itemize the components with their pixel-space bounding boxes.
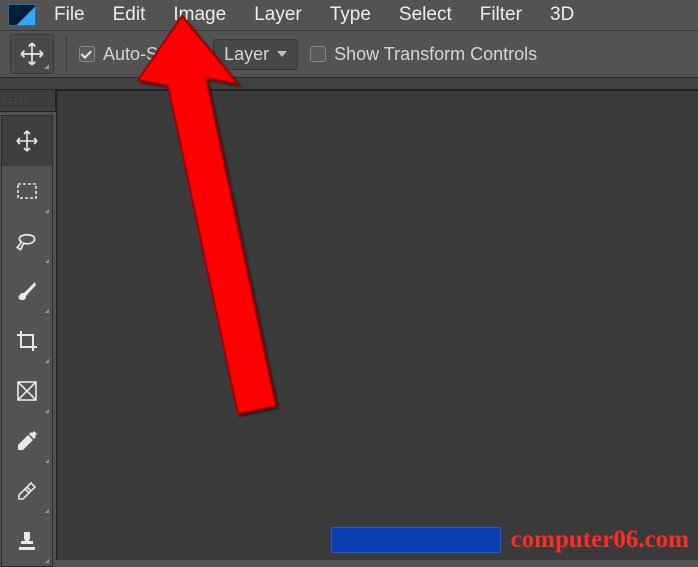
eyedropper-icon bbox=[15, 429, 39, 453]
watermark-text: computer06.com bbox=[511, 526, 689, 554]
lasso-icon bbox=[14, 228, 40, 254]
dropdown-value: Layer bbox=[224, 44, 269, 65]
ruler-origin: ::::: bbox=[0, 90, 56, 112]
stamp-icon bbox=[15, 529, 39, 553]
crop-tool[interactable] bbox=[2, 316, 52, 366]
marquee-icon bbox=[15, 179, 39, 203]
menu-select[interactable]: Select bbox=[389, 2, 462, 28]
frame-tool[interactable] bbox=[2, 366, 52, 416]
healing-brush-tool[interactable] bbox=[2, 466, 52, 516]
frame-icon bbox=[15, 379, 39, 403]
show-transform-option[interactable]: Show Transform Controls bbox=[310, 44, 537, 65]
menu-bar: File Edit Image Layer Type Select Filter… bbox=[0, 0, 698, 30]
auto-select-option[interactable]: Auto-Select: bbox=[79, 44, 201, 65]
eyedropper-tool[interactable] bbox=[2, 416, 52, 466]
auto-select-label: Auto-Select: bbox=[103, 44, 201, 65]
brush-tool[interactable] bbox=[2, 266, 52, 316]
canvas-area[interactable] bbox=[56, 90, 698, 560]
document-tab-strip bbox=[0, 78, 698, 90]
current-tool-indicator[interactable] bbox=[10, 34, 54, 74]
menu-layer[interactable]: Layer bbox=[244, 2, 312, 28]
show-transform-checkbox[interactable] bbox=[310, 46, 326, 62]
healing-icon bbox=[15, 479, 39, 503]
options-bar: Auto-Select: Layer Show Transform Contro… bbox=[0, 30, 698, 78]
menu-3d[interactable]: 3D bbox=[540, 2, 584, 28]
show-transform-label: Show Transform Controls bbox=[334, 44, 537, 65]
auto-select-checkbox[interactable] bbox=[79, 46, 95, 62]
menu-edit[interactable]: Edit bbox=[103, 2, 156, 28]
auto-select-target-dropdown[interactable]: Layer bbox=[213, 39, 298, 70]
move-tool[interactable] bbox=[2, 116, 52, 166]
lasso-tool[interactable] bbox=[2, 216, 52, 266]
menu-file[interactable]: File bbox=[44, 2, 95, 28]
app-icon[interactable] bbox=[8, 4, 36, 26]
divider bbox=[66, 36, 67, 72]
menu-type[interactable]: Type bbox=[320, 2, 381, 28]
move-icon bbox=[19, 41, 45, 67]
move-icon bbox=[15, 129, 39, 153]
menu-filter[interactable]: Filter bbox=[470, 2, 532, 28]
watermark-logo bbox=[331, 527, 501, 553]
clone-stamp-tool[interactable] bbox=[2, 516, 52, 566]
crop-icon bbox=[15, 329, 39, 353]
watermark: computer06.com bbox=[331, 526, 689, 554]
chevron-down-icon bbox=[277, 51, 287, 57]
toolbox bbox=[1, 115, 53, 567]
marquee-tool[interactable] bbox=[2, 166, 52, 216]
brush-icon bbox=[15, 279, 39, 303]
menu-image[interactable]: Image bbox=[163, 2, 236, 28]
